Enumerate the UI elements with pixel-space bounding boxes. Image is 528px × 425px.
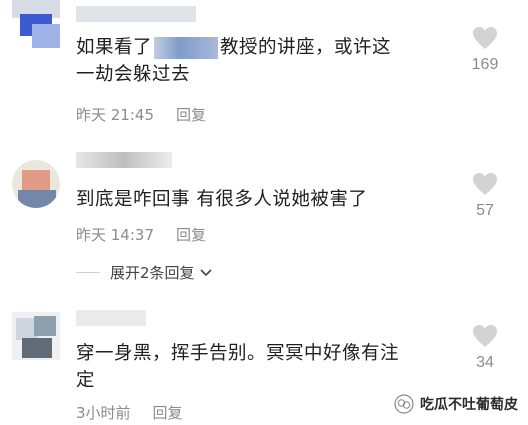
reply-button[interactable]: 回复 — [176, 226, 206, 244]
redacted-name — [154, 37, 219, 59]
comment-text: 穿一身黑，挥手告别。冥冥中好像有注 定 — [76, 340, 446, 394]
heart-icon — [473, 325, 497, 347]
comment-text-line: 穿一身黑，挥手告别。冥冥中好像有注 — [76, 343, 400, 364]
like-button[interactable]: 57 — [466, 172, 504, 220]
divider-line — [76, 272, 100, 273]
like-count: 57 — [476, 202, 494, 219]
comment-meta: 3小时前 回复 — [76, 402, 183, 423]
heart-icon — [473, 173, 497, 195]
expand-replies-button[interactable]: 展开2条回复 — [76, 262, 276, 283]
comment-text: 如果看了 教授的讲座，或许这 一劫会躲过去 — [76, 34, 446, 88]
watermark: 吃瓜不吐葡萄皮 — [394, 394, 518, 414]
reply-button[interactable]: 回复 — [153, 404, 183, 422]
watermark-text: 吃瓜不吐葡萄皮 — [420, 397, 518, 413]
like-button[interactable]: 169 — [466, 26, 504, 74]
like-count: 169 — [471, 56, 499, 73]
chevron-down-icon — [199, 268, 212, 276]
reply-button[interactable]: 回复 — [176, 106, 206, 124]
comment-meta: 昨天 14:37 回复 — [76, 224, 206, 245]
username[interactable] — [76, 6, 196, 22]
like-button[interactable]: 34 — [466, 324, 504, 372]
avatar[interactable] — [12, 0, 60, 48]
comment-text-line2: 一劫会躲过去 — [76, 64, 191, 85]
username[interactable] — [76, 310, 146, 326]
comment-meta: 昨天 21:45 回复 — [76, 104, 206, 125]
avatar[interactable] — [12, 312, 60, 360]
timestamp: 昨天 21:45 — [76, 106, 154, 124]
comment-text-line: 到底是咋回事 有很多人说她被害了 — [76, 189, 368, 210]
comment-text: 到底是咋回事 有很多人说她被害了 — [76, 186, 446, 213]
comment-text-part: 如果看了 — [76, 37, 153, 58]
timestamp: 3小时前 — [76, 404, 131, 422]
timestamp: 昨天 14:37 — [76, 226, 154, 244]
wechat-logo-icon — [394, 394, 414, 414]
heart-icon — [473, 27, 497, 49]
like-count: 34 — [476, 354, 494, 371]
comment-text-line2: 定 — [76, 370, 96, 391]
avatar[interactable] — [12, 160, 60, 208]
comment-text-part: 教授的讲座，或许这 — [220, 37, 392, 58]
expand-replies-label: 展开2条回复 — [110, 264, 195, 282]
username[interactable] — [76, 152, 172, 168]
